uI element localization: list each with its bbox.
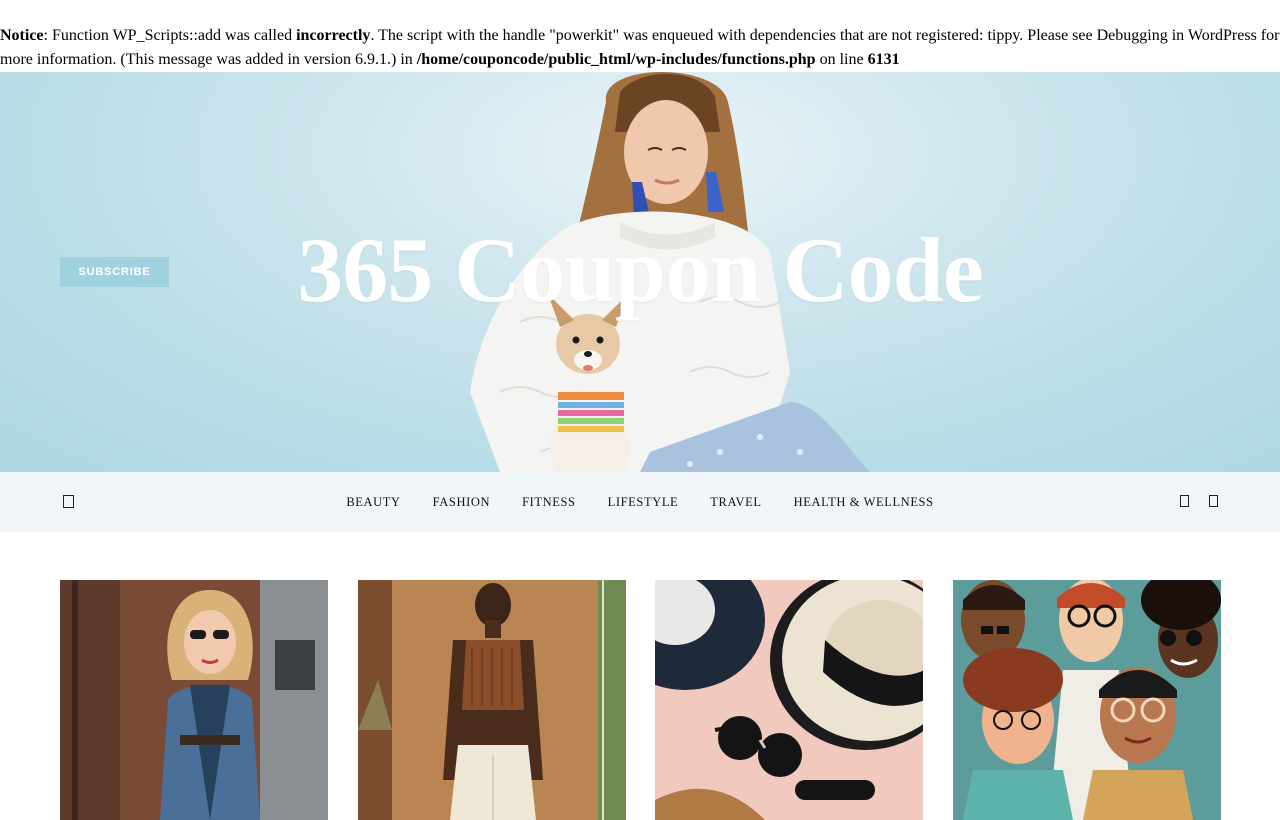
- notice-line: 6131: [867, 51, 900, 68]
- post-card-image[interactable]: [358, 580, 626, 820]
- post-thumbnail-hats: [655, 580, 923, 820]
- nav-item-lifestyle[interactable]: LIFESTYLE: [592, 495, 695, 510]
- post-thumbnail-woman-denim: [60, 580, 328, 820]
- site-title[interactable]: 365 Coupon Code: [0, 220, 1280, 320]
- menu-icon[interactable]: [63, 495, 74, 508]
- post-card-image[interactable]: [60, 580, 328, 820]
- php-notice: Notice: Function WP_Scripts::add was cal…: [0, 0, 1280, 72]
- search-icon[interactable]: [1180, 495, 1189, 507]
- notice-bold-1: incorrectly: [296, 27, 371, 44]
- notice-path: /home/couponcode/public_html/wp-includes…: [416, 51, 816, 68]
- nav-item-fitness[interactable]: FITNESS: [506, 495, 592, 510]
- post-thumbnail-illustrated-people: [953, 580, 1221, 820]
- post-grid: [0, 532, 1280, 820]
- notice-text-3: on line: [815, 51, 868, 68]
- notice-label: Notice: [0, 27, 44, 44]
- notice-text-1: : Function WP_Scripts::add was called: [43, 27, 297, 44]
- post-thumbnail-woman-crop-top: [358, 580, 626, 820]
- nav-item-fashion[interactable]: FASHION: [417, 495, 506, 510]
- bookmark-icon[interactable]: [1209, 495, 1218, 507]
- post-card-image[interactable]: [953, 580, 1221, 820]
- nav-menu: BEAUTY FASHION FITNESS LIFESTYLE TRAVEL …: [330, 495, 949, 510]
- nav-item-health-wellness[interactable]: HEALTH & WELLNESS: [778, 495, 950, 510]
- nav-item-beauty[interactable]: BEAUTY: [330, 495, 416, 510]
- main-navigation: BEAUTY FASHION FITNESS LIFESTYLE TRAVEL …: [0, 472, 1280, 532]
- hero-banner: SUBSCRIBE 365 Coupon Code: [0, 72, 1280, 472]
- post-card-image[interactable]: [655, 580, 923, 820]
- nav-item-travel[interactable]: TRAVEL: [694, 495, 777, 510]
